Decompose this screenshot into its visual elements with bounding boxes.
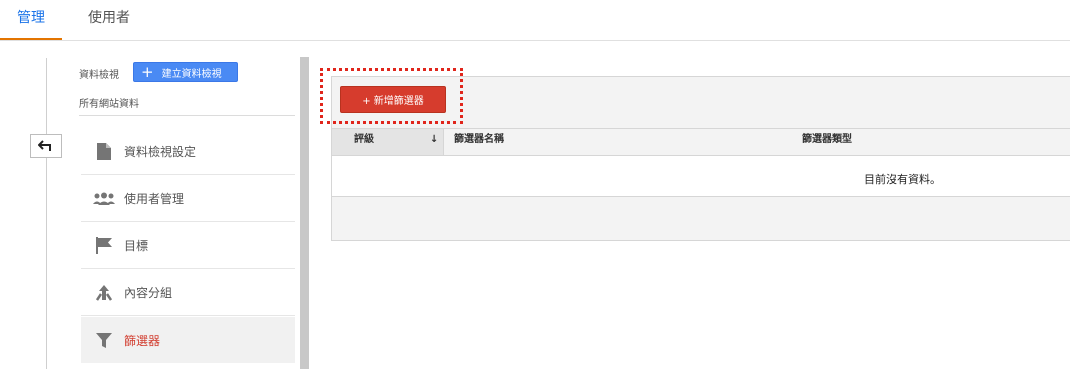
column-header-filter-type[interactable]: 篩選器類型 — [802, 129, 852, 155]
nav-item-view-settings[interactable]: 資料檢視設定 — [81, 129, 295, 175]
flag-icon — [81, 237, 124, 254]
nav-item-filters[interactable]: 篩選器 — [81, 317, 295, 363]
column-header-rank[interactable]: 評級 ↓ — [332, 129, 444, 155]
create-view-button[interactable]: + 建立資料檢視 — [133, 62, 238, 82]
nav-item-label: 內容分組 — [124, 286, 173, 300]
table-empty-row: 目前沒有資料。 — [332, 156, 1070, 197]
filter-icon — [81, 332, 124, 348]
document-icon — [81, 143, 124, 160]
timeline-line — [46, 58, 47, 369]
column-header-label: 評級 — [354, 134, 374, 145]
top-tabs: 管理 使用者 — [0, 0, 1070, 41]
column-header-filter-name[interactable]: 篩選器名稱 — [454, 129, 504, 155]
nav-item-label: 資料檢視設定 — [124, 145, 197, 159]
view-label: 資料檢視 — [79, 70, 119, 81]
create-view-label: 建立資料檢視 — [161, 68, 222, 80]
nav-item-user-management[interactable]: 使用者管理 — [81, 176, 295, 222]
nav-item-label: 使用者管理 — [124, 192, 185, 206]
back-button[interactable] — [30, 134, 62, 158]
view-selector[interactable]: 所有網站資料 — [79, 95, 139, 110]
add-filter-button[interactable]: + 新增篩選器 — [340, 86, 446, 113]
nav-item-content-grouping[interactable]: 內容分組 — [81, 270, 295, 316]
tab-admin[interactable]: 管理 — [0, 0, 62, 40]
plus-icon: + — [141, 62, 154, 81]
nav-item-goals[interactable]: 目標 — [81, 223, 295, 269]
sort-down-icon: ↓ — [430, 134, 439, 145]
table-header: 評級 ↓ 篩選器名稱 篩選器類型 — [332, 128, 1070, 156]
divider — [79, 115, 295, 116]
people-icon — [81, 192, 124, 206]
content-group-icon — [81, 284, 124, 301]
tab-users[interactable]: 使用者 — [88, 0, 130, 40]
nav-item-label: 篩選器 — [124, 333, 161, 348]
empty-message: 目前沒有資料。 — [864, 173, 941, 186]
back-arrow-icon — [38, 140, 51, 151]
nav-item-label: 目標 — [124, 239, 149, 253]
panel-separator — [300, 57, 309, 369]
